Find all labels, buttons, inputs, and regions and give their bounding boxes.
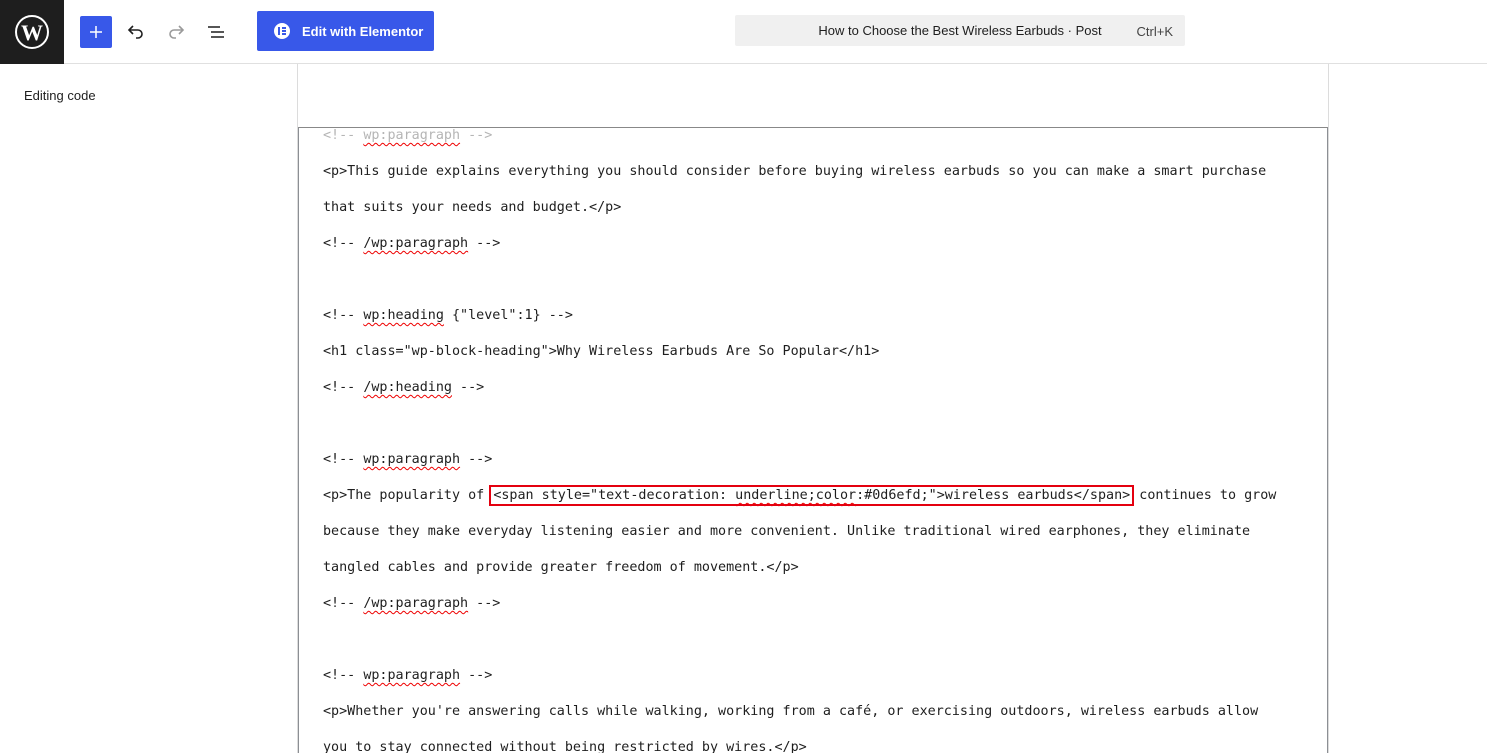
redo-icon bbox=[169, 25, 185, 39]
undo-button[interactable] bbox=[120, 16, 152, 48]
code-line: <!-- /wp:paragraph --> bbox=[323, 236, 501, 251]
list-view-icon bbox=[208, 26, 224, 38]
code-line: you to stay connected without being rest… bbox=[323, 740, 807, 753]
code-line: <!-- wp:heading {"level":1} --> bbox=[323, 308, 573, 323]
editor-header: W Edit with Elementor How to Choose the … bbox=[0, 0, 1487, 64]
editing-code-label: Editing code bbox=[24, 88, 96, 103]
code-line: <!-- wp:paragraph --> bbox=[323, 452, 493, 467]
code-line: <p>Whether you're answering calls while … bbox=[323, 704, 1259, 719]
edit-with-elementor-button[interactable]: Edit with Elementor bbox=[257, 11, 434, 51]
code-line: because they make everyday listening eas… bbox=[323, 524, 1251, 539]
document-overview-button[interactable] bbox=[200, 16, 232, 48]
code-line: <h1 class="wp-block-heading">Why Wireles… bbox=[323, 344, 880, 359]
code-line: <!-- /wp:paragraph --> bbox=[323, 596, 501, 611]
code-content: <!-- wp:paragraph --> <p>This guide expl… bbox=[323, 118, 1313, 753]
code-line: <p>The popularity of <span style="text-d… bbox=[323, 485, 1277, 506]
code-line: <!-- wp:paragraph --> bbox=[323, 128, 493, 143]
command-palette-bar[interactable]: How to Choose the Best Wireless Earbuds … bbox=[735, 15, 1185, 46]
wordpress-logo-button[interactable]: W bbox=[0, 0, 64, 64]
command-shortcut: Ctrl+K bbox=[1136, 24, 1173, 39]
redo-button[interactable] bbox=[160, 16, 192, 48]
code-line: that suits your needs and budget.</p> bbox=[323, 200, 622, 215]
code-line: <!-- /wp:heading --> bbox=[323, 380, 485, 395]
elementor-icon bbox=[274, 23, 290, 39]
plus-icon bbox=[90, 26, 102, 38]
undo-icon bbox=[127, 25, 143, 39]
code-line: tangled cables and provide greater freed… bbox=[323, 560, 799, 575]
code-line: <p>This guide explains everything you sh… bbox=[323, 164, 1267, 179]
editor-canvas: <!-- wp:paragraph --> <p>This guide expl… bbox=[297, 64, 1329, 753]
code-editor-textarea[interactable]: <!-- wp:paragraph --> <p>This guide expl… bbox=[298, 127, 1328, 753]
wordpress-icon: W bbox=[15, 15, 49, 49]
document-title: How to Choose the Best Wireless Earbuds … bbox=[818, 23, 1102, 38]
add-block-button[interactable] bbox=[80, 16, 112, 48]
highlighted-span-code: <span style="text-decoration: underline;… bbox=[489, 485, 1135, 506]
edit-with-elementor-label: Edit with Elementor bbox=[302, 23, 424, 39]
code-line: <!-- wp:paragraph --> bbox=[323, 668, 493, 683]
svg-text:W: W bbox=[21, 20, 43, 45]
